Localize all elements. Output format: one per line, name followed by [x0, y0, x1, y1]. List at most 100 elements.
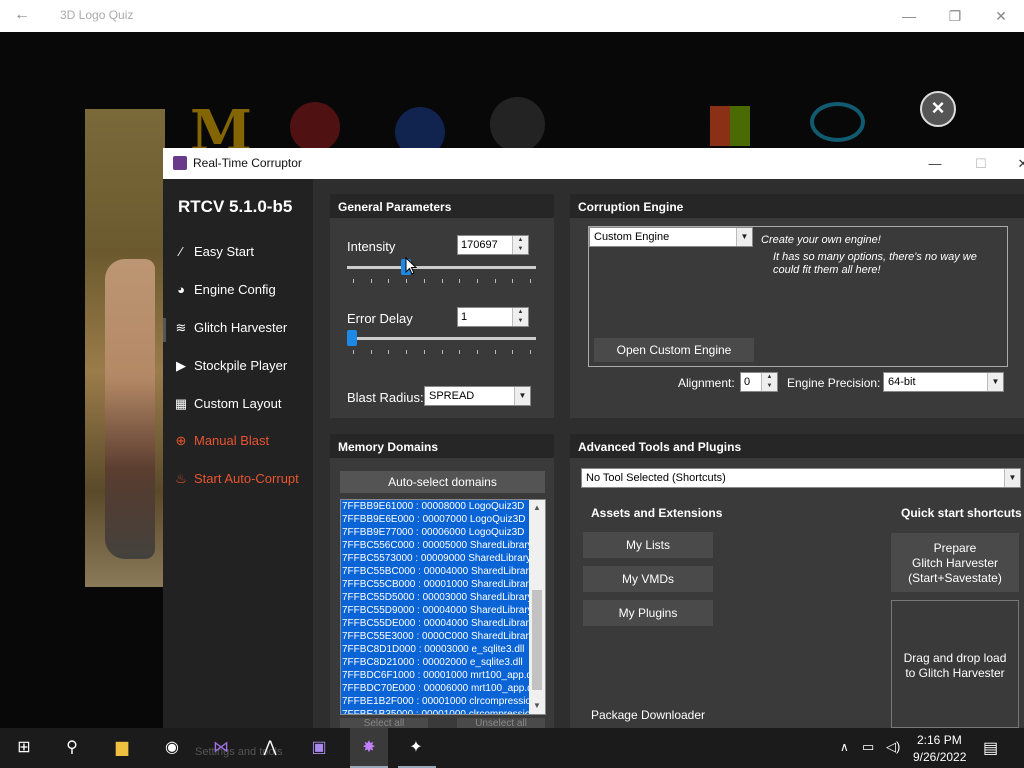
- panel-header: Corruption Engine: [570, 194, 1024, 218]
- engine-precision-select[interactable]: 64-bit ▼: [883, 372, 1004, 392]
- minimize-icon[interactable]: —: [894, 4, 924, 28]
- list-item[interactable]: 7FFBC8D21000 : 00002000 e_sqlite3.dll: [341, 656, 530, 669]
- search-icon[interactable]: ⚲: [58, 734, 86, 762]
- error-delay-stepper[interactable]: 1 ▲ ▼: [457, 307, 529, 327]
- ps-app-icon[interactable]: ▣: [305, 734, 333, 762]
- app-icon[interactable]: ⋀: [256, 734, 284, 762]
- network-icon[interactable]: ▭: [862, 739, 874, 768]
- list-item[interactable]: 7FFBC5573000 : 00009000 SharedLibrary: [341, 552, 530, 565]
- list-item[interactable]: 7FFBC55D9000 : 00004000 SharedLibrary: [341, 604, 530, 617]
- tick-mark: [353, 279, 354, 283]
- microsoft-logo: [710, 106, 750, 146]
- maximize-icon[interactable]: ☐: [966, 152, 996, 176]
- grid-icon: ▦: [174, 396, 188, 411]
- scroll-up-icon[interactable]: ▲: [529, 500, 545, 516]
- intensity-slider-track[interactable]: [347, 266, 536, 269]
- layers-icon: ≋: [175, 320, 187, 335]
- volume-icon[interactable]: ◁): [886, 739, 900, 768]
- error-delay-slider-thumb[interactable]: [347, 330, 357, 346]
- my-plugins-button[interactable]: My Plugins: [583, 600, 713, 626]
- sidebar-item-start-auto-corrupt[interactable]: ♨ Start Auto-Corrupt: [173, 468, 313, 492]
- blast-radius-select[interactable]: SPREAD ▼: [424, 386, 531, 406]
- app2-icon[interactable]: ✦: [402, 734, 430, 762]
- list-item[interactable]: 7FFBC55DE000 : 00004000 SharedLibrary: [341, 617, 530, 630]
- tick-mark: [388, 279, 390, 283]
- prepare-glitch-harvester-button[interactable]: Prepare Glitch Harvester (Start+Savestat…: [891, 533, 1019, 592]
- list-item[interactable]: 7FFBC55D5000 : 00003000 SharedLibrary: [341, 591, 530, 604]
- tool-select[interactable]: No Tool Selected (Shortcuts) ▼: [581, 468, 1021, 488]
- list-item[interactable]: 7FFBE1B35000 : 00001000 clrcompression.d…: [341, 708, 530, 714]
- soldier-figure: [105, 259, 155, 559]
- notifications-icon[interactable]: ▤: [983, 738, 998, 768]
- file-explorer-icon[interactable]: ▆: [108, 734, 136, 762]
- list-item[interactable]: 7FFBC55BC000 : 00004000 SharedLibrary: [341, 565, 530, 578]
- show-hidden-icons-icon[interactable]: ∧: [840, 740, 849, 768]
- list-item[interactable]: 7FFBB9E77000 : 00006000 LogoQuiz3D: [341, 526, 530, 539]
- close-icon[interactable]: ✕: [1008, 152, 1024, 176]
- close-circle-icon[interactable]: ×: [920, 91, 956, 127]
- stepper-arrows-icon[interactable]: ▲ ▼: [512, 308, 528, 326]
- sidebar-item-manual-blast[interactable]: ⊕ Manual Blast: [173, 430, 313, 454]
- background-window-titlebar: ← 3D Logo Quiz — ❐ ✕: [0, 0, 1024, 32]
- engine-select[interactable]: Custom Engine ▼: [589, 227, 753, 247]
- close-icon[interactable]: ✕: [986, 4, 1016, 28]
- chevron-down-icon: ▼: [514, 387, 530, 405]
- game-artwork: [85, 109, 165, 587]
- tick-mark: [441, 350, 443, 354]
- list-item[interactable]: 7FFBE1B2F000 : 00001000 clrcompression.d…: [341, 695, 530, 708]
- tick-mark: [370, 279, 372, 283]
- sidebar-item-glitch-harvester[interactable]: ≋ Glitch Harvester: [173, 317, 313, 341]
- corruption-engine-panel: Corruption Engine Custom Engine ▼ Create…: [570, 194, 1024, 418]
- assets-label: Assets and Extensions: [591, 506, 723, 520]
- list-item[interactable]: 7FFBC55CB000 : 00001000 SharedLibrary: [341, 578, 530, 591]
- stepper-arrows-icon[interactable]: ▲ ▼: [512, 236, 528, 254]
- chrome-icon[interactable]: ◉: [158, 734, 186, 762]
- alignment-stepper[interactable]: 0 ▲ ▼: [740, 372, 778, 392]
- list-item[interactable]: 7FFBB9E61000 : 00008000 LogoQuiz3D: [341, 500, 530, 513]
- visual-studio-icon[interactable]: ⋈: [207, 734, 235, 762]
- sidebar-item-stockpile-player[interactable]: ▶ Stockpile Player: [173, 355, 313, 379]
- fire-icon: ♨: [175, 471, 187, 486]
- scroll-thumb[interactable]: [532, 590, 542, 690]
- restore-icon[interactable]: ❐: [940, 4, 970, 28]
- minimize-icon[interactable]: —: [920, 152, 950, 176]
- background-window-title: 3D Logo Quiz: [60, 8, 134, 22]
- list-item[interactable]: 7FFBC8D1D000 : 00003000 e_sqlite3.dll: [341, 643, 530, 656]
- drag-drop-area[interactable]: Drag and drop load to Glitch Harvester: [891, 600, 1019, 728]
- chevron-down-icon: ▼: [987, 373, 1003, 391]
- chevron-down-icon: ▼: [1004, 469, 1020, 487]
- list-item[interactable]: 7FFBDC6F1000 : 00001000 mrt100_app.dll: [341, 669, 530, 682]
- error-delay-ticks: [347, 350, 536, 355]
- list-item[interactable]: 7FFBC556C000 : 00005000 SharedLibrary: [341, 539, 530, 552]
- open-custom-engine-button[interactable]: Open Custom Engine: [594, 338, 754, 362]
- list-scrollbar[interactable]: ▲ ▼: [529, 500, 545, 714]
- intensity-label: Intensity: [347, 239, 396, 254]
- tick-mark: [494, 350, 496, 354]
- back-arrow-icon[interactable]: ←: [14, 6, 30, 24]
- package-downloader-button[interactable]: Package Downloader: [583, 703, 713, 728]
- my-lists-button[interactable]: My Lists: [583, 532, 713, 558]
- tick-mark: [494, 279, 496, 283]
- sidebar-item-custom-layout[interactable]: ▦ Custom Layout: [173, 393, 313, 417]
- my-vmds-button[interactable]: My VMDs: [583, 566, 713, 592]
- memory-domain-list[interactable]: 7FFBB9E61000 : 00008000 LogoQuiz3D 7FFBB9…: [340, 499, 546, 715]
- tick-mark: [459, 279, 461, 283]
- ring-logo: [810, 102, 865, 142]
- error-delay-slider-track[interactable]: [347, 337, 536, 340]
- list-item[interactable]: 7FFBDC70E000 : 00006000 mrt100_app.dll: [341, 682, 530, 695]
- tick-mark: [370, 350, 372, 354]
- scroll-down-icon[interactable]: ▼: [529, 698, 545, 714]
- sidebar-item-easy-start[interactable]: ⁄ Easy Start: [173, 241, 313, 265]
- list-item[interactable]: 7FFBC55E3000 : 0000C000 SharedLibrary: [341, 630, 530, 643]
- rtc-app-icon: [173, 156, 187, 170]
- intensity-stepper[interactable]: 170697 ▲ ▼: [457, 235, 529, 255]
- sidebar-item-engine-config[interactable]: ◕ Engine Config: [173, 279, 313, 303]
- windows-start-icon[interactable]: ⊞: [10, 734, 38, 762]
- auto-select-domains-button[interactable]: Auto-select domains: [340, 471, 545, 493]
- starbucks-logo: [490, 97, 545, 152]
- stepper-arrows-icon[interactable]: ▲ ▼: [761, 373, 777, 391]
- rtc-taskbar-icon[interactable]: ✸: [350, 728, 388, 768]
- clock-date[interactable]: 9/26/2022: [913, 750, 966, 768]
- list-item[interactable]: 7FFBB9E6E000 : 00007000 LogoQuiz3D: [341, 513, 530, 526]
- engine-description-line: It has so many options, there's no way w…: [773, 251, 977, 263]
